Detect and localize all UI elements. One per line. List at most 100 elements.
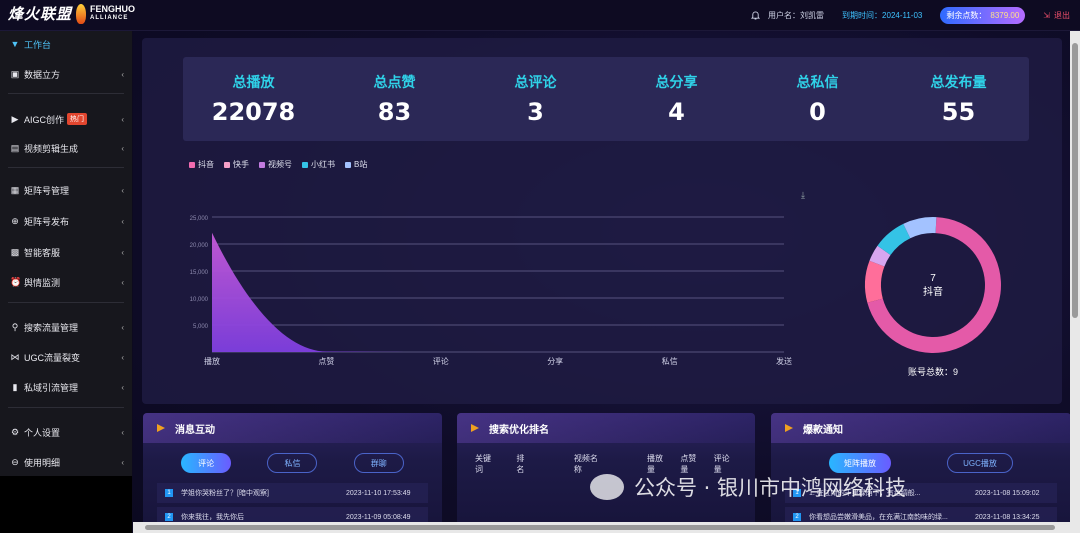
bar-icon: ▮ bbox=[12, 381, 18, 392]
sidebar-item-aigc[interactable]: ▶ AIGC创作 热门 ‹ bbox=[0, 106, 132, 132]
bell-icon[interactable] bbox=[751, 11, 761, 20]
sidebar-item-private[interactable]: ▮ 私域引流管理 ‹ bbox=[0, 374, 132, 400]
chevron-icon: ‹ bbox=[121, 69, 124, 79]
legend-label: 抖音 bbox=[198, 160, 214, 169]
legend-label: 快手 bbox=[233, 160, 249, 169]
tab-comments[interactable]: 评论 bbox=[181, 453, 232, 473]
legend-swatch bbox=[345, 161, 351, 168]
stat-plays: 总播放 22078 bbox=[211, 75, 296, 126]
legend-item[interactable]: B站 bbox=[345, 159, 367, 170]
sidebar: ▼ 工作台 ▣ 数据立方 ‹ ▶ AIGC创作 热门 ‹ ▤ 视频剪辑生成 ‹ ▦ 矩阵号管理 ‹ … bbox=[0, 31, 132, 533]
x-tick-label: 评论 bbox=[433, 356, 449, 366]
search-icon: ⚲ bbox=[11, 321, 19, 332]
main-content: 总播放 22078 总点赞 83 总评论 3 总分享 4 总私信 0 总发布量 55 抖音 快… bbox=[133, 31, 1080, 533]
horizontal-scrollbar[interactable] bbox=[133, 522, 1080, 533]
chevron-icon: ‹ bbox=[121, 185, 124, 195]
legend-item[interactable]: 抖音 bbox=[189, 159, 214, 170]
divider bbox=[8, 93, 124, 94]
scroll-thumb[interactable] bbox=[145, 525, 1055, 530]
plus-icon: ⊕ bbox=[11, 215, 19, 226]
chevron-icon: ‹ bbox=[121, 427, 124, 437]
stat-publish: 总发布量 55 bbox=[930, 75, 987, 126]
tab-matrix-play[interactable]: 矩阵播放 bbox=[829, 453, 891, 473]
stat-shares: 总分享 4 bbox=[655, 75, 698, 126]
divider bbox=[8, 167, 124, 168]
chevron-icon: ‹ bbox=[121, 277, 124, 287]
donut-center-label: 抖音 bbox=[923, 285, 943, 298]
share-icon: ⋈ bbox=[10, 351, 20, 362]
chevron-icon: ‹ bbox=[121, 322, 124, 332]
filter-icon: ▼ bbox=[10, 39, 20, 49]
legend-label: 视频号 bbox=[268, 160, 292, 169]
y-tick-label: 20,000 bbox=[190, 243, 209, 249]
sidebar-item-monitor[interactable]: ⏰ 舆情监测 ‹ bbox=[0, 269, 132, 295]
x-tick-label: 发送 bbox=[776, 356, 792, 366]
sidebar-item-ai-service[interactable]: ▩ 智能客服 ‹ bbox=[0, 239, 132, 265]
divider bbox=[8, 407, 124, 408]
legend-item[interactable]: 小红书 bbox=[302, 159, 335, 170]
sidebar-item-data-cube[interactable]: ▣ 数据立方 ‹ bbox=[0, 61, 132, 87]
overview-panel: 总播放 22078 总点赞 83 总评论 3 总分享 4 总私信 0 总发布量 55 抖音 快… bbox=[142, 38, 1062, 404]
brand-logo[interactable]: 烽火联盟 FENGHUO ALLIANCE bbox=[8, 3, 135, 24]
chevron-icon: ‹ bbox=[121, 114, 124, 124]
stat-comments: 总评论 3 bbox=[514, 75, 557, 126]
area-chart: 25,000 20,000 15,000 10,000 5,000 播放 点赞 评论 分享 私信 发… bbox=[190, 216, 792, 366]
tab-group-chat[interactable]: 群聊 bbox=[353, 453, 404, 473]
film-icon: ▤ bbox=[10, 142, 20, 153]
robot-icon: ▩ bbox=[10, 246, 20, 257]
sidebar-item-ugc[interactable]: ⋈ UGC流量裂变 ‹ bbox=[0, 344, 132, 370]
sidebar-item-video-edit[interactable]: ▤ 视频剪辑生成 ‹ bbox=[0, 135, 132, 161]
chevron-icon: ‹ bbox=[121, 457, 124, 467]
stats-bar: 总播放 22078 总点赞 83 总评论 3 总分享 4 总私信 0 总发布量 55 bbox=[183, 57, 1029, 141]
vertical-scrollbar[interactable] bbox=[1070, 31, 1080, 522]
sidebar-item-usage[interactable]: ⊖ 使用明细 ‹ bbox=[0, 449, 132, 475]
area-series-douyin bbox=[212, 232, 784, 352]
alarm-icon: ⏰ bbox=[10, 276, 22, 287]
stat-likes: 总点赞 83 bbox=[373, 75, 416, 126]
username-label: 用户名：刘凯雷 bbox=[768, 11, 825, 20]
logout-button[interactable]: ⇲ 退出 bbox=[1043, 10, 1070, 21]
sidebar-item-matrix-manage[interactable]: ▦ 矩阵号管理 ‹ bbox=[0, 177, 132, 203]
legend-label: B站 bbox=[354, 160, 368, 169]
play-icon: ▶ bbox=[11, 113, 19, 124]
expiry-label: 到期时间：2024-11-03 bbox=[842, 11, 923, 20]
legend-swatch bbox=[224, 161, 230, 168]
download-icon[interactable]: ⤓ bbox=[801, 190, 805, 201]
y-tick-label: 15,000 bbox=[190, 270, 209, 276]
points-badge: 剩余点数： 8379.00 bbox=[940, 7, 1026, 24]
search-table-header: 关键词 排名 视频名称 播放量 点赞量 评论量 bbox=[475, 454, 730, 474]
scroll-thumb[interactable] bbox=[1072, 43, 1078, 318]
points-value: 8379.00 bbox=[990, 11, 1020, 20]
legend-swatch bbox=[302, 161, 308, 168]
sidebar-item-workbench[interactable]: ▼ 工作台 bbox=[0, 31, 132, 57]
donut-slice bbox=[865, 260, 885, 303]
top-bar: 烽火联盟 FENGHUO ALLIANCE 用户名：刘凯雷 到期时间：2024-1… bbox=[0, 0, 1080, 31]
sidebar-item-settings[interactable]: ⚙ 个人设置 ‹ bbox=[0, 419, 132, 445]
gear-icon: ⚙ bbox=[10, 426, 20, 437]
sidebar-item-search-traffic[interactable]: ⚲ 搜索流量管理 ‹ bbox=[0, 314, 132, 340]
tab-ugc-play[interactable]: UGC播放 bbox=[947, 453, 1013, 473]
legend-item[interactable]: 快手 bbox=[224, 159, 249, 170]
chevron-icon: ‹ bbox=[121, 352, 124, 362]
x-tick-label: 点赞 bbox=[318, 356, 334, 366]
chevron-icon: ‹ bbox=[121, 143, 124, 153]
sidebar-item-matrix-publish[interactable]: ⊕ 矩阵号发布 ‹ bbox=[0, 208, 132, 234]
chevron-icon: ‹ bbox=[121, 247, 124, 257]
y-tick-label: 10,000 bbox=[190, 297, 209, 303]
messages-card-header: 消息互动 bbox=[143, 413, 442, 443]
logout-icon: ⇲ bbox=[1043, 11, 1050, 20]
legend-item[interactable]: 视频号 bbox=[259, 159, 292, 170]
legend-swatch bbox=[189, 161, 195, 168]
x-tick-label: 分享 bbox=[547, 356, 563, 366]
legend-swatch bbox=[259, 161, 265, 168]
list-item[interactable]: 1 学姐你哭粉丝了？[暗中观察] 2023-11-10 17:53:49 bbox=[157, 483, 428, 503]
x-tick-label: 私信 bbox=[662, 356, 678, 366]
tab-private-messages[interactable]: 私信 bbox=[267, 453, 318, 473]
flame-icon bbox=[76, 3, 87, 24]
y-tick-label: 5,000 bbox=[193, 324, 209, 330]
triangle-icon bbox=[471, 424, 479, 432]
chart-icon: ▣ bbox=[10, 68, 20, 79]
messages-card: 消息互动 评论 私信 群聊 1 学姐你哭粉丝了？[暗中观察] 2023-11-10 … bbox=[143, 413, 442, 533]
triangle-icon bbox=[785, 424, 793, 432]
grid-icon: ▦ bbox=[10, 184, 20, 195]
